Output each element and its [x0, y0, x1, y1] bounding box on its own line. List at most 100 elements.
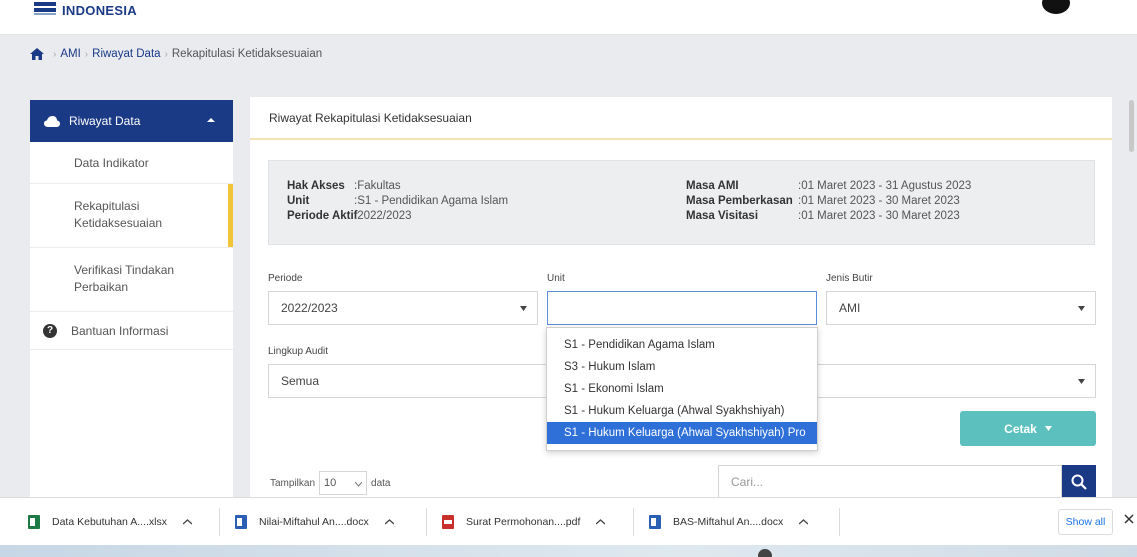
close-icon[interactable]	[1124, 514, 1134, 524]
sidebar-item-verifikasi[interactable]: Verifikasi Tindakan Perbaikan	[30, 248, 233, 312]
page-size-select[interactable]: 10	[319, 471, 368, 495]
taskbar-strip	[0, 545, 1137, 557]
search-input[interactable]: Cari...	[718, 465, 1062, 499]
chevron-up-icon[interactable]	[183, 519, 192, 525]
info-value: :01 Maret 2023 - 30 Maret 2023	[798, 195, 960, 207]
excel-file-icon	[28, 515, 40, 529]
top-header: INDONESIA	[0, 0, 1137, 35]
page-size-value: 10	[324, 477, 337, 489]
info-left: Hak Akses :Fakultas Unit :S1 - Pendidikan …	[287, 179, 508, 224]
sidebar-section-riwayat-data[interactable]: Riwayat Data	[30, 100, 233, 142]
chevron-up-icon[interactable]	[384, 519, 394, 525]
page-size-control: Tampilkan 10 data	[270, 471, 391, 495]
search-placeholder: Cari...	[731, 475, 764, 489]
show-suffix: data	[371, 477, 391, 489]
logo-icon	[34, 2, 56, 16]
info-key: Periode Aktif	[287, 210, 358, 222]
info-box: Hak Akses :Fakultas Unit :S1 - Pendidikan …	[268, 160, 1095, 245]
breadcrumb-current: Rekapitulasi Ketidaksesuaian	[171, 48, 323, 60]
lingkup-audit-value: Semua	[281, 374, 320, 388]
panel-title: Riwayat Rekapitulasi Ketidaksesuaian	[250, 97, 1112, 140]
question-icon: ?	[43, 323, 57, 338]
unit-dropdown-list: S1 - Pendidikan Agama Islam S3 - Hukum I…	[546, 327, 818, 451]
caret-down-icon	[1044, 426, 1052, 431]
chevron-down-icon	[355, 482, 363, 487]
page-scrollbar[interactable]	[1129, 100, 1134, 152]
info-value: :01 Maret 2023 - 30 Maret 2023	[798, 210, 960, 222]
avatar[interactable]	[1042, 0, 1070, 14]
info-key: Masa Pemberkasan	[686, 195, 793, 207]
word-file-icon	[649, 515, 661, 529]
caret-down-icon	[1078, 379, 1085, 384]
periode-label: Periode	[268, 273, 303, 284]
periode-select[interactable]: 2022/2023	[268, 291, 538, 325]
breadcrumb-ami[interactable]: AMI	[60, 48, 80, 60]
lingkup-audit-label: Lingkup Audit	[268, 346, 329, 357]
jenis-butir-select[interactable]: AMI	[826, 291, 1096, 325]
download-name: Data Kebutuhan A....xlsx	[52, 516, 167, 528]
unit-option[interactable]: S1 - Pendidikan Agama Islam	[547, 334, 817, 356]
word-file-icon	[235, 515, 247, 529]
info-right: Masa AMI :01 Maret 2023 - 31 Agustus 2023…	[686, 179, 971, 224]
download-name: BAS-Miftahul An....docx	[673, 516, 784, 528]
download-item[interactable]: Surat Permohonan....pdf	[442, 498, 606, 546]
search-icon	[1071, 474, 1087, 490]
unit-option[interactable]: S3 - Hukum Islam	[547, 356, 817, 378]
unit-option[interactable]: S1 - Ekonomi Islam	[547, 378, 817, 400]
chevron-up-icon	[207, 118, 215, 122]
chevron-up-icon[interactable]	[596, 519, 606, 525]
info-key: Masa AMI	[686, 180, 739, 192]
info-key: Masa Visitasi	[686, 210, 759, 222]
download-item[interactable]: Nilai-Miftahul An....docx	[235, 498, 394, 546]
divider	[633, 508, 634, 536]
unit-option[interactable]: S1 - Hukum Keluarga (Ahwal Syakhshiyah)	[547, 400, 817, 422]
periode-value: 2022/2023	[281, 301, 338, 315]
download-item[interactable]: Data Kebutuhan A....xlsx	[28, 498, 192, 546]
divider	[219, 508, 220, 536]
show-all-button[interactable]: Show all	[1058, 509, 1113, 535]
sidebar-item-label: Data Indikator	[74, 156, 149, 170]
divider	[426, 508, 427, 536]
show-prefix: Tampilkan	[270, 477, 316, 489]
info-value: :2022/2023	[354, 210, 412, 222]
breadcrumb-separator: ›	[164, 48, 168, 60]
download-name: Surat Permohonan....pdf	[466, 516, 581, 528]
taskbar-icon	[758, 549, 772, 557]
unit-option-highlighted[interactable]: S1 - Hukum Keluarga (Ahwal Syakhshiyah) …	[547, 422, 817, 444]
cetak-label: Cetak	[1004, 421, 1037, 436]
cloud-icon	[44, 115, 60, 127]
pdf-file-icon	[442, 515, 454, 529]
info-value: :01 Maret 2023 - 31 Agustus 2023	[798, 180, 972, 192]
info-key: Hak Akses	[287, 180, 345, 192]
download-name: Nilai-Miftahul An....docx	[259, 516, 369, 528]
home-icon[interactable]	[30, 48, 44, 60]
sidebar-item-data-indikator[interactable]: Data Indikator	[30, 142, 233, 184]
brand-text: INDONESIA	[62, 3, 137, 18]
sidebar-section-label: Riwayat Data	[69, 114, 141, 128]
caret-down-icon	[520, 306, 527, 311]
sidebar-item-bantuan[interactable]: ? Bantuan Informasi	[30, 312, 233, 350]
info-value: :Fakultas	[354, 180, 401, 192]
downloads-bar: Data Kebutuhan A....xlsx Nilai-Miftahul …	[0, 497, 1137, 545]
breadcrumb-separator: ›	[84, 48, 89, 60]
jenis-butir-label: Jenis Butir	[826, 273, 873, 284]
sidebar-item-label: Bantuan Informasi	[71, 323, 169, 338]
sidebar-item-rekapitulasi[interactable]: Rekapitulasi Ketidaksesuaian	[30, 184, 233, 248]
chevron-up-icon[interactable]	[799, 519, 809, 525]
search-button[interactable]	[1062, 465, 1096, 499]
cetak-button[interactable]: Cetak	[960, 411, 1096, 446]
unit-label: Unit	[547, 273, 565, 284]
breadcrumb: › AMI › Riwayat Data › Rekapitulasi Keti…	[30, 48, 322, 60]
caret-down-icon	[1078, 306, 1085, 311]
download-item[interactable]: BAS-Miftahul An....docx	[649, 498, 809, 546]
breadcrumb-separator: ›	[53, 48, 57, 60]
jenis-butir-value: AMI	[839, 301, 861, 315]
info-key: Unit	[287, 195, 310, 207]
divider	[839, 508, 840, 536]
sidebar: Riwayat Data Data Indikator Rekapitulasi…	[30, 100, 233, 498]
unit-select[interactable]	[547, 291, 817, 325]
sidebar-item-label: Verifikasi Tindakan Perbaikan	[74, 263, 175, 294]
sidebar-item-label: Rekapitulasi Ketidaksesuaian	[74, 199, 163, 230]
breadcrumb-riwayat-data[interactable]: Riwayat Data	[92, 48, 160, 60]
info-value: :S1 - Pendidikan Agama Islam	[354, 195, 509, 207]
